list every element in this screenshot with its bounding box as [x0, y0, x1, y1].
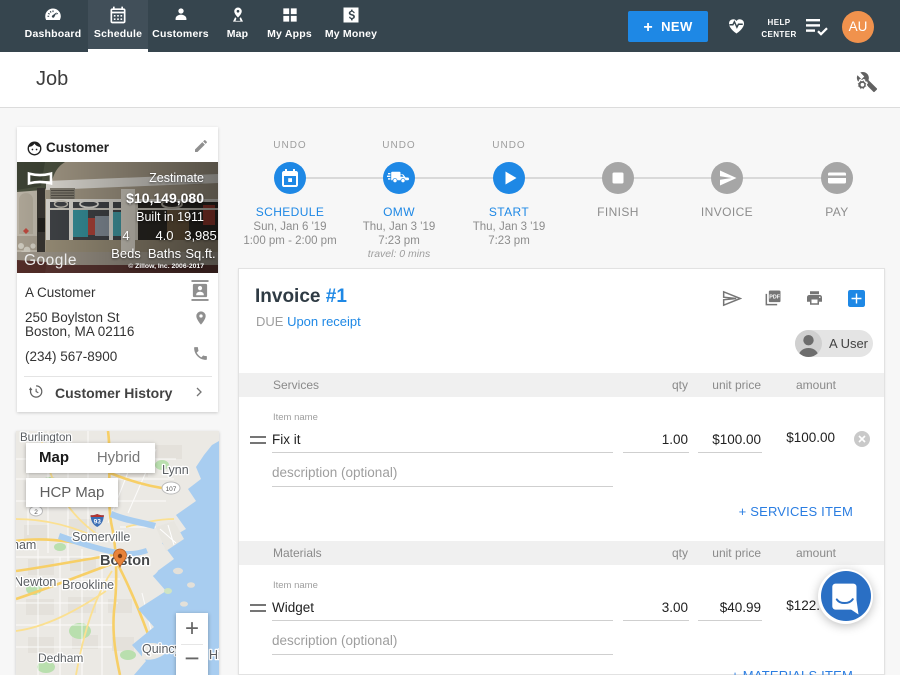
svg-text:Dedham: Dedham [38, 651, 83, 665]
svg-text:ham: ham [16, 538, 36, 552]
svg-text:Brookline: Brookline [62, 578, 114, 592]
svg-text:Newton: Newton [16, 575, 56, 589]
svg-text:Hi: Hi [209, 648, 219, 662]
svg-text:2: 2 [34, 509, 38, 516]
svg-text:Somerville: Somerville [72, 530, 130, 544]
svg-text:107: 107 [166, 486, 177, 493]
svg-text:93: 93 [94, 519, 102, 526]
svg-text:Lynn: Lynn [162, 463, 189, 477]
svg-text:PDF: PDF [769, 295, 781, 301]
